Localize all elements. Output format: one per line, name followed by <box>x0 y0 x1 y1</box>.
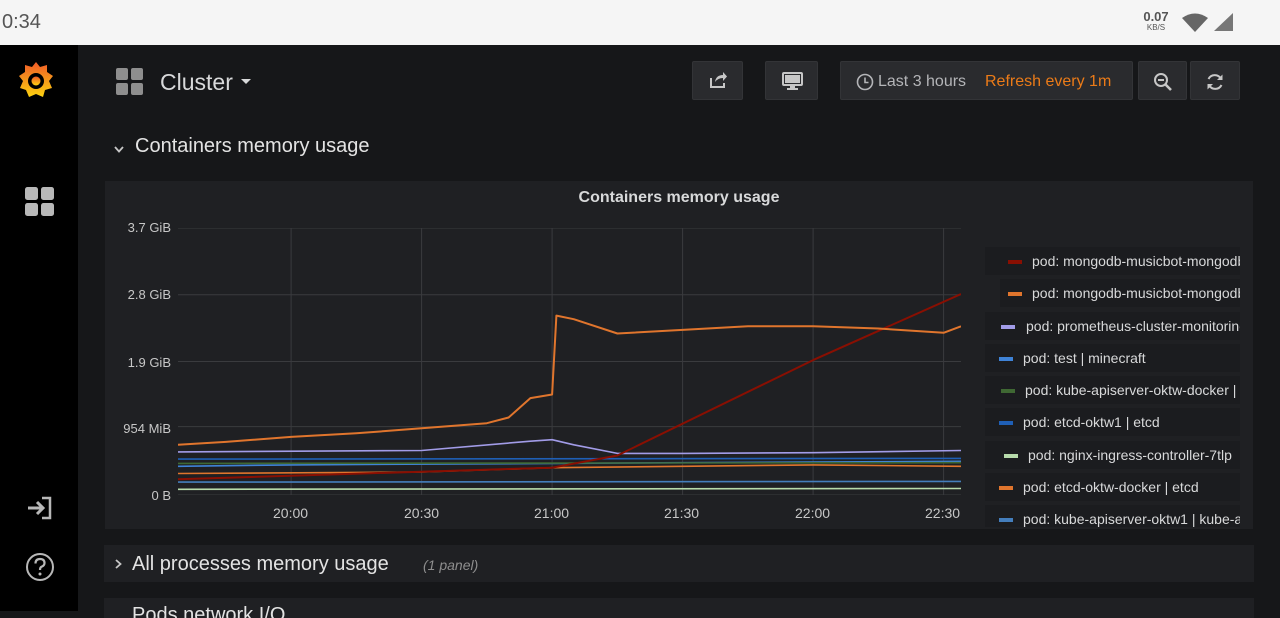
status-bar: 0:34 0.07 KB/S <box>0 0 1280 45</box>
y-tick-label: 3.7 GiB <box>127 220 171 235</box>
legend-item[interactable]: pod: etcd-oktw-docker | etcd <box>985 473 1240 501</box>
legend-label: pod: prometheus-cluster-monitoring <box>1026 318 1240 334</box>
chart-legend: pod: mongodb-musicbot-mongodb pod: mongo… <box>985 247 1240 527</box>
status-time: 0:34 <box>2 11 41 33</box>
series-line <box>178 438 961 455</box>
refresh-button[interactable] <box>1190 61 1240 100</box>
x-tick-label: 22:30 <box>925 505 961 521</box>
row-pods-network[interactable]: Pods network I/O <box>104 598 1254 618</box>
share-icon <box>710 72 727 88</box>
chevron-down-icon[interactable] <box>113 143 125 155</box>
panel-count: (1 panel) <box>423 557 479 573</box>
legend-swatch <box>999 486 1013 490</box>
y-tick-label: 954 MiB <box>123 421 171 436</box>
dashboard-grid-icon <box>116 68 143 95</box>
legend-swatch <box>1008 292 1022 296</box>
legend-item[interactable]: pod: test | minecraft <box>985 344 1240 372</box>
legend-label: pod: mongodb-musicbot-mongodb <box>1032 285 1240 301</box>
clock-icon <box>856 73 874 91</box>
legend-item[interactable]: pod: mongodb-musicbot-mongodb <box>985 247 1240 275</box>
legend-swatch <box>999 357 1013 361</box>
series-line <box>178 457 961 460</box>
series-line <box>178 487 961 491</box>
refresh-interval-label: Refresh every 1m <box>985 73 1112 90</box>
legend-label: pod: nginx-ingress-controller-7tlp <box>1028 447 1232 463</box>
side-menu <box>0 45 78 611</box>
legend-label: pod: test | minecraft <box>1023 350 1146 366</box>
y-tick-label: 0 B <box>151 488 171 503</box>
row-title-processes: All processes memory usage <box>132 553 389 575</box>
dashboard-picker[interactable]: Cluster <box>160 69 251 96</box>
legend-label: pod: etcd-oktw-docker | etcd <box>1023 479 1199 495</box>
tv-mode-icon <box>782 72 803 90</box>
series-line <box>178 314 961 446</box>
time-range-label: Last 3 hours <box>878 73 967 90</box>
tv-mode-button[interactable] <box>765 61 818 100</box>
legend-swatch <box>999 421 1013 425</box>
dashboard-title: Cluster <box>160 69 233 95</box>
y-tick-label: 1.9 GiB <box>127 355 171 370</box>
share-button[interactable] <box>692 61 743 100</box>
series-line <box>178 480 961 483</box>
memory-chart-plot[interactable] <box>178 228 961 495</box>
row-title-containers[interactable]: Containers memory usage <box>135 135 370 158</box>
legend-swatch <box>1001 325 1015 329</box>
help-icon[interactable] <box>25 552 55 582</box>
row-processes-memory[interactable]: All processes memory usage (1 panel) <box>104 545 1254 582</box>
series-line <box>178 464 961 475</box>
legend-label: pod: kube-apiserver-oktw1 | kube-apiserv… <box>1023 511 1240 527</box>
legend-swatch <box>1001 389 1015 393</box>
x-tick-label: 20:30 <box>404 505 440 521</box>
zoom-out-icon <box>1154 73 1172 91</box>
time-picker[interactable]: Last 3 hours Refresh every 1m <box>840 61 1133 100</box>
x-tick-label: 21:30 <box>664 505 700 521</box>
y-tick-label: 2.8 GiB <box>127 287 171 302</box>
dashboards-icon[interactable] <box>25 187 55 217</box>
zoom-out-button[interactable] <box>1138 61 1187 100</box>
sign-in-icon[interactable] <box>27 496 53 520</box>
wifi-icon <box>1182 13 1208 32</box>
legend-swatch <box>1008 260 1022 264</box>
panel-title[interactable]: Containers memory usage <box>105 189 1253 207</box>
x-tick-label: 20:00 <box>273 505 309 521</box>
caret-down-icon <box>240 79 251 85</box>
refresh-icon <box>1207 74 1223 90</box>
legend-item[interactable]: pod: mongodb-musicbot-mongodb <box>1000 279 1240 307</box>
legend-item[interactable]: pod: kube-apiserver-oktw1 | kube-apiserv… <box>985 505 1240 527</box>
network-speed-unit: KB/S <box>1146 23 1166 32</box>
legend-item[interactable]: pod: etcd-oktw1 | etcd <box>985 408 1240 436</box>
x-tick-label: 21:00 <box>534 505 570 521</box>
legend-label: pod: etcd-oktw1 | etcd <box>1023 414 1160 430</box>
legend-item[interactable]: pod: prometheus-cluster-monitoring <box>985 312 1240 340</box>
legend-label: pod: mongodb-musicbot-mongodb <box>1032 253 1240 269</box>
row-title-network: Pods network I/O <box>132 604 286 618</box>
legend-item[interactable]: pod: nginx-ingress-controller-7tlp <box>985 441 1240 469</box>
legend-item[interactable]: pod: kube-apiserver-oktw-docker | kube-a… <box>985 376 1240 404</box>
signal-icon <box>1214 13 1233 31</box>
network-speed-value: 0.07 <box>1143 9 1169 24</box>
legend-swatch <box>999 518 1013 522</box>
grafana-logo-icon[interactable] <box>16 59 56 101</box>
series-line <box>178 461 961 465</box>
x-tick-label: 22:00 <box>795 505 831 521</box>
legend-swatch <box>1004 454 1018 458</box>
legend-label: pod: kube-apiserver-oktw-docker | kube-a… <box>1025 382 1240 398</box>
chevron-right-icon <box>115 559 122 569</box>
network-speed: 0.07 KB/S <box>1138 10 1174 32</box>
